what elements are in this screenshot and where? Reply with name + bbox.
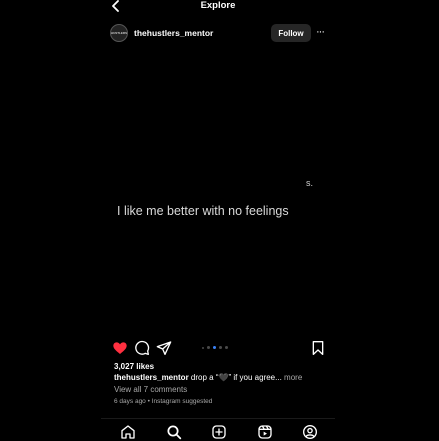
carousel-dot: [225, 346, 228, 349]
reels-icon[interactable]: [257, 424, 273, 440]
profile-icon[interactable]: [302, 424, 318, 440]
bottom-nav: [101, 418, 335, 441]
follow-button[interactable]: Follow: [271, 24, 311, 42]
carousel-indicator: [202, 346, 228, 349]
post-media[interactable]: s. I like me better with no feelings: [101, 47, 335, 333]
caption-username[interactable]: thehustlers_mentor: [114, 373, 189, 382]
media-corner-text: s.: [306, 178, 314, 188]
heart-icon[interactable]: [112, 340, 128, 356]
carousel-dot-active: [213, 346, 216, 349]
carousel-dot: [202, 346, 204, 349]
avatar[interactable]: HUSTLERS: [110, 24, 128, 42]
search-icon[interactable]: [166, 424, 182, 440]
caption-more-link[interactable]: more: [282, 373, 302, 382]
home-icon[interactable]: [120, 424, 136, 440]
top-bar: Explore: [101, 0, 335, 14]
post-meta: 6 days ago • Instagram suggested: [114, 398, 213, 405]
comment-icon[interactable]: [134, 340, 150, 356]
post-username[interactable]: thehustlers_mentor: [134, 28, 213, 38]
post-caption: thehustlers_mentor drop a “🖤” if you agr…: [114, 373, 302, 382]
carousel-dot: [207, 346, 210, 349]
share-icon[interactable]: [156, 340, 172, 356]
likes-count[interactable]: 3,027 likes: [114, 362, 154, 371]
page-title: Explore: [200, 0, 236, 11]
more-options-icon[interactable]: ···: [316, 26, 325, 38]
media-quote-text: I like me better with no feelings: [117, 204, 289, 218]
instagram-explore-post-screen: Explore HUSTLERS thehustlers_mentor Foll…: [101, 0, 335, 440]
create-icon[interactable]: [211, 424, 227, 440]
post-actions: [101, 340, 335, 358]
bookmark-icon[interactable]: [310, 340, 326, 356]
view-comments-link[interactable]: View all 7 comments: [114, 385, 187, 394]
post-header: HUSTLERS thehustlers_mentor Follow ···: [101, 22, 335, 44]
carousel-dot: [219, 346, 222, 349]
caption-text: drop a “🖤” if you agree...: [188, 373, 282, 382]
